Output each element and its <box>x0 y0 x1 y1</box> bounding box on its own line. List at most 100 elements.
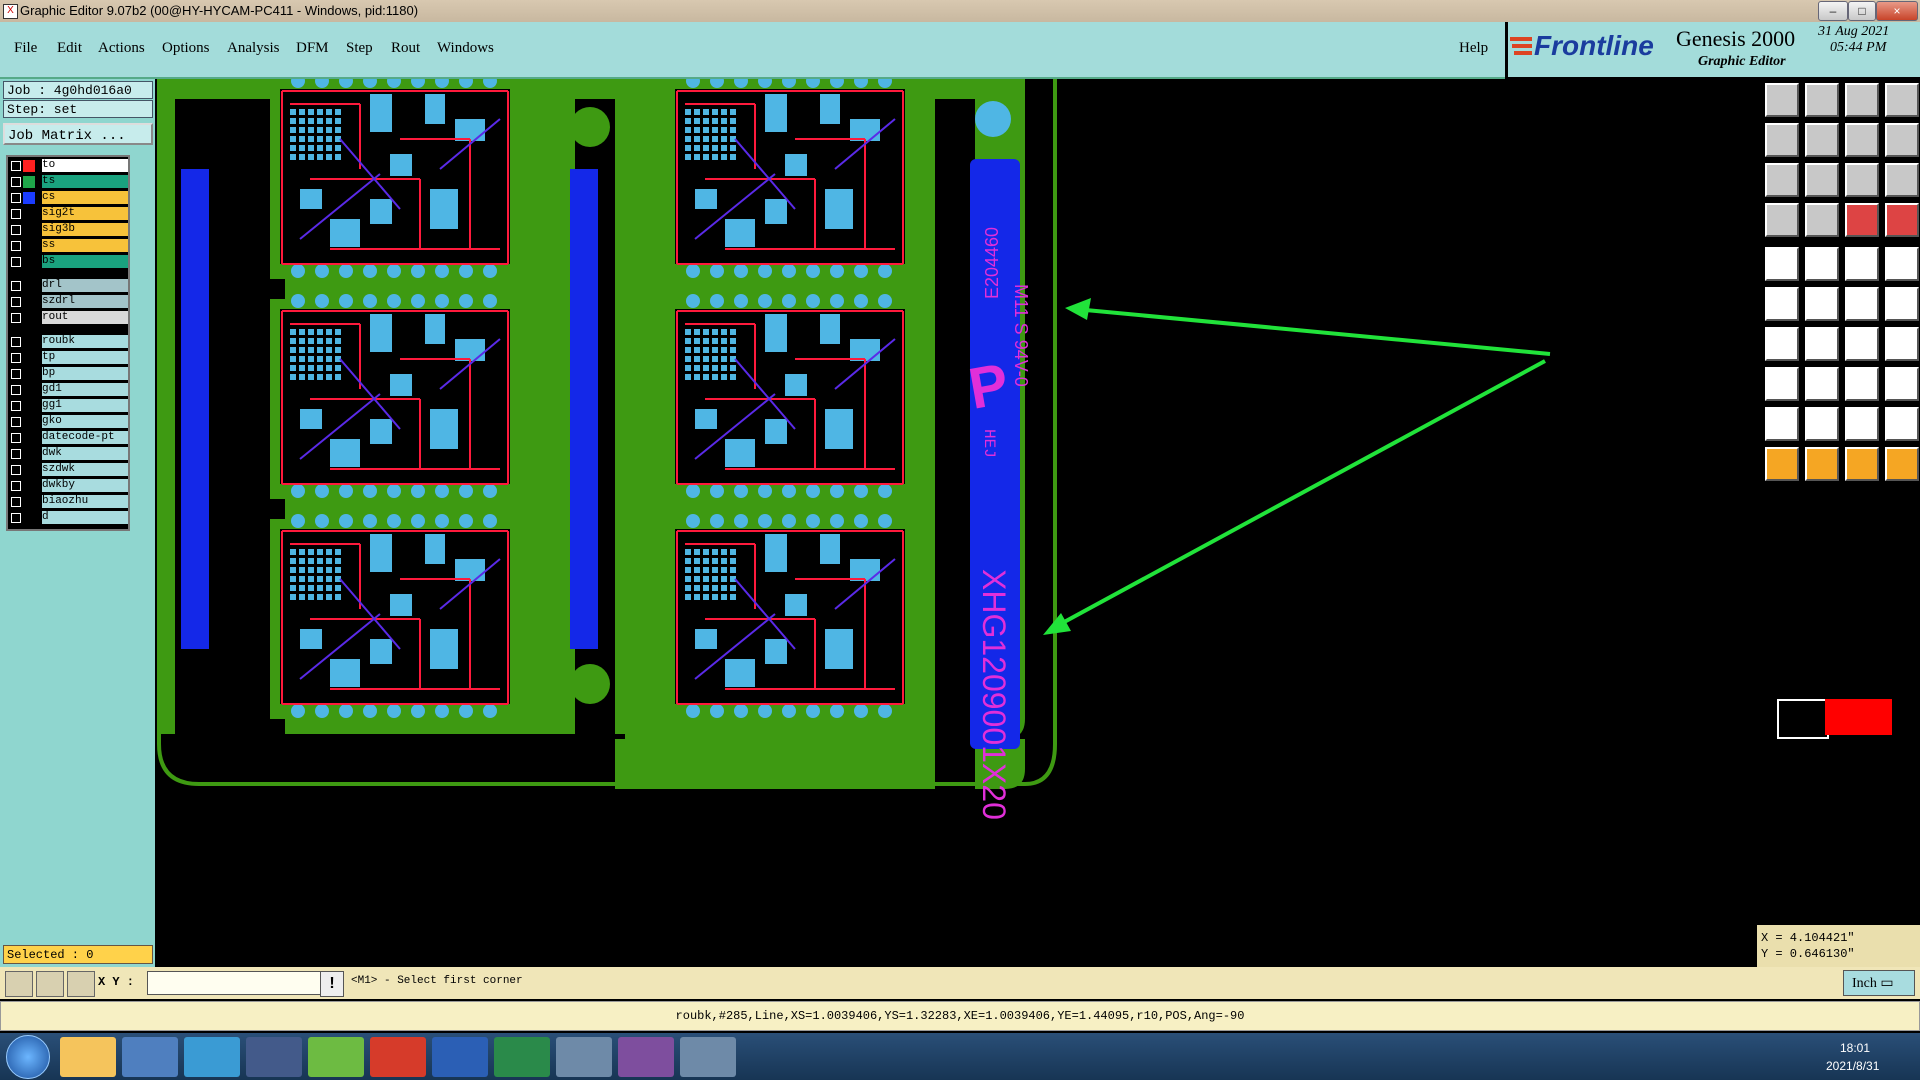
layer-checkbox[interactable] <box>11 401 21 411</box>
layer-checkbox[interactable] <box>11 297 21 307</box>
layer-name[interactable]: gg1 <box>42 399 128 412</box>
layer-name[interactable]: dwk <box>42 447 128 460</box>
menu-analysis[interactable]: Analysis <box>227 40 280 57</box>
snap-icon[interactable] <box>1845 123 1879 157</box>
pointer-d-icon[interactable] <box>1885 447 1919 481</box>
pointer-c-icon[interactable] <box>1845 447 1879 481</box>
menu-file[interactable]: File <box>14 40 37 57</box>
layer-row-ss[interactable]: ss <box>8 239 128 253</box>
layer-row-rout[interactable]: rout <box>8 311 128 325</box>
line-icon[interactable] <box>1845 247 1879 281</box>
layer-name[interactable]: drl <box>42 279 128 292</box>
layer-checkbox[interactable] <box>11 433 21 443</box>
layer-name[interactable]: gko <box>42 415 128 428</box>
layer-row-szdrl[interactable]: szdrl <box>8 295 128 309</box>
layer-name[interactable]: ss <box>42 239 128 252</box>
maximize-button[interactable]: □ <box>1848 1 1876 21</box>
node-icon[interactable] <box>1765 287 1799 321</box>
menu-windows[interactable]: Windows <box>437 40 494 57</box>
layer-row-biaozhu[interactable]: biaozhu <box>8 495 128 509</box>
pointer-b-icon[interactable] <box>1805 447 1839 481</box>
layer-row-gg1[interactable]: gg1 <box>8 399 128 413</box>
layer-row-gko[interactable]: gko <box>8 415 128 429</box>
taskbar-app-11[interactable] <box>680 1037 736 1077</box>
layer-name[interactable]: tp <box>42 351 128 364</box>
layer-checkbox[interactable] <box>11 497 21 507</box>
menu-dfm[interactable]: DFM <box>296 40 329 57</box>
layer-checkbox[interactable] <box>11 353 21 363</box>
taskbar-app-8[interactable] <box>494 1037 550 1077</box>
text-c-icon[interactable] <box>1885 407 1919 441</box>
layer-name[interactable]: datecode-pt <box>42 431 128 444</box>
layer-name[interactable]: to <box>42 159 128 172</box>
help-icon[interactable] <box>1885 163 1919 197</box>
menu-step[interactable]: Step <box>346 40 373 57</box>
arc-icon[interactable] <box>1885 287 1919 321</box>
shape-icon[interactable] <box>1805 247 1839 281</box>
graphic-canvas[interactable]: E204460 M11 S 94V-0 P HEJ XHG1209001X20 <box>155 79 1755 967</box>
taskbar-app-7[interactable] <box>432 1037 488 1077</box>
zoom-window-icon[interactable] <box>5 971 33 997</box>
layer-row-ts[interactable]: ts <box>8 175 128 189</box>
xy-input[interactable] <box>147 971 323 995</box>
menu-options[interactable]: Options <box>162 40 210 57</box>
tool-b-icon[interactable] <box>1805 203 1839 237</box>
layer-name[interactable]: rout <box>42 311 128 324</box>
align-icon[interactable] <box>1885 327 1919 361</box>
layer-name[interactable]: bp <box>42 367 128 380</box>
layer-row-gd1[interactable]: gd1 <box>8 383 128 397</box>
layer-row-d[interactable]: d <box>8 511 128 525</box>
layer-checkbox[interactable] <box>11 337 21 347</box>
layer-name[interactable]: biaozhu <box>42 495 128 508</box>
layer-row-dwkby[interactable]: dwkby <box>8 479 128 493</box>
layer-row-tp[interactable]: tp <box>8 351 128 365</box>
pad-move-icon[interactable] <box>1765 367 1799 401</box>
menu-help[interactable]: Help <box>1459 40 1488 57</box>
taskbar-app-10[interactable] <box>618 1037 674 1077</box>
resize-icon[interactable] <box>1845 367 1879 401</box>
board-view[interactable]: E204460 M11 S 94V-0 P HEJ XHG1209001X20 <box>155 79 1755 967</box>
layer-row-bs[interactable]: bs <box>8 255 128 269</box>
layer-checkbox[interactable] <box>11 281 21 291</box>
taskbar-app-1[interactable] <box>60 1037 116 1077</box>
taskbar-app-2[interactable] <box>122 1037 178 1077</box>
taskbar-app-9[interactable] <box>556 1037 612 1077</box>
close-button[interactable]: × <box>1876 1 1918 21</box>
layer-name[interactable]: sig3b <box>42 223 128 236</box>
app-icon[interactable]: X <box>3 4 18 19</box>
layer-row-cs[interactable]: cs <box>8 191 128 205</box>
layer-row-roubk[interactable]: roubk <box>8 335 128 349</box>
layer-name[interactable]: d <box>42 511 128 524</box>
layer-checkbox[interactable] <box>11 465 21 475</box>
pointer-a-icon[interactable] <box>1765 447 1799 481</box>
text-a-icon[interactable] <box>1805 407 1839 441</box>
taskbar-app-5[interactable] <box>308 1037 364 1077</box>
minimize-button[interactable]: – <box>1818 1 1848 21</box>
fit-icon[interactable] <box>1765 163 1799 197</box>
layer-checkbox[interactable] <box>11 241 21 251</box>
connect-icon[interactable] <box>1845 287 1879 321</box>
angle-icon[interactable] <box>1765 327 1799 361</box>
layer-checkbox[interactable] <box>11 513 21 523</box>
layer-name[interactable]: gd1 <box>42 383 128 396</box>
copy-icon[interactable] <box>1805 83 1839 117</box>
tool-c-icon[interactable] <box>1845 203 1879 237</box>
tool-d-icon[interactable] <box>1885 203 1919 237</box>
tool-a-icon[interactable] <box>1765 203 1799 237</box>
start-button[interactable] <box>6 1035 50 1079</box>
layer-checkbox[interactable] <box>11 417 21 427</box>
pad-icon[interactable] <box>1765 247 1799 281</box>
split-icon[interactable] <box>1885 123 1919 157</box>
layer-name[interactable]: dwkby <box>42 479 128 492</box>
units-select[interactable]: Inch ▭ <box>1843 970 1915 996</box>
layer-row-datecode-pt[interactable]: datecode-pt <box>8 431 128 445</box>
layer-checkbox[interactable] <box>11 449 21 459</box>
layer-name[interactable]: ts <box>42 175 128 188</box>
center-icon[interactable] <box>1805 163 1839 197</box>
delete-icon[interactable] <box>1805 287 1839 321</box>
layer-row-bp[interactable]: bp <box>8 367 128 381</box>
move-icon[interactable] <box>1765 83 1799 117</box>
minus-icon[interactable] <box>1805 367 1839 401</box>
layer-checkbox[interactable] <box>11 209 21 219</box>
grid-icon[interactable] <box>67 971 95 997</box>
